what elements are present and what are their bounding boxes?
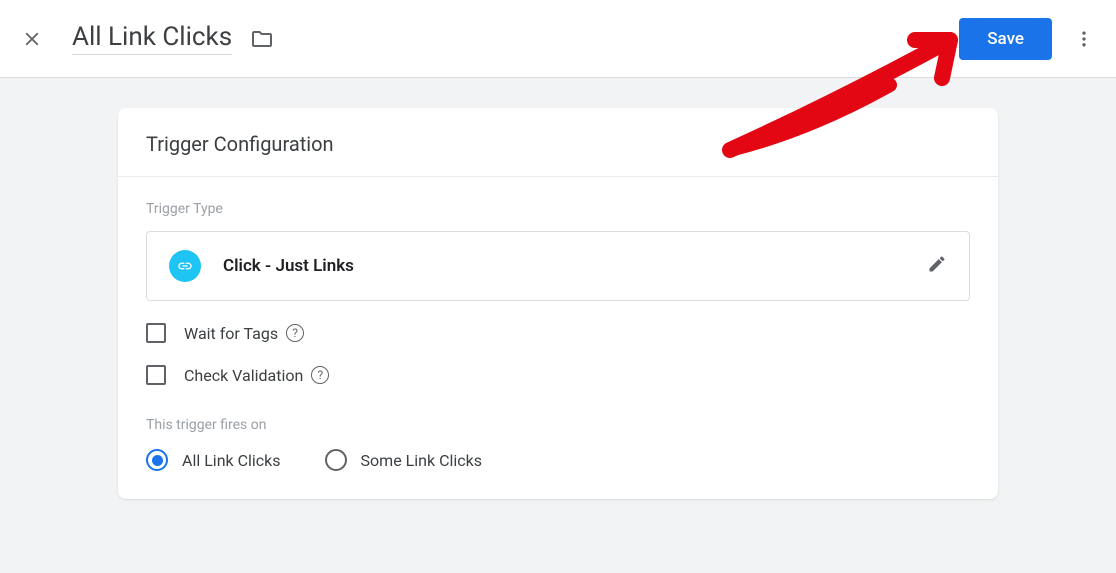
radio-all-label: All Link Clicks (182, 451, 281, 470)
radio-unselected-icon (325, 449, 347, 471)
more-menu-icon[interactable] (1072, 27, 1096, 51)
help-icon[interactable]: ? (286, 324, 304, 342)
trigger-type-value: Click - Just Links (223, 256, 927, 276)
content-area: Trigger Configuration Trigger Type Click… (0, 78, 1116, 529)
radio-group: All Link Clicks Some Link Clicks (146, 449, 970, 471)
trigger-type-selector[interactable]: Click - Just Links (146, 231, 970, 301)
wait-for-tags-label: Wait for Tags (184, 324, 278, 343)
close-icon[interactable] (20, 27, 44, 51)
check-validation-label: Check Validation (184, 366, 303, 385)
header-bar: All Link Clicks Save (0, 0, 1116, 78)
trigger-title[interactable]: All Link Clicks (72, 22, 232, 55)
trigger-type-label: Trigger Type (146, 201, 970, 217)
fires-on-label: This trigger fires on (146, 417, 970, 433)
folder-icon[interactable] (250, 27, 274, 51)
wait-for-tags-row: Wait for Tags ? (146, 323, 970, 343)
radio-all-link-clicks[interactable]: All Link Clicks (146, 449, 281, 471)
radio-some-link-clicks[interactable]: Some Link Clicks (325, 449, 482, 471)
trigger-config-card: Trigger Configuration Trigger Type Click… (118, 108, 998, 499)
edit-icon[interactable] (927, 254, 947, 278)
radio-some-label: Some Link Clicks (361, 451, 482, 470)
wait-for-tags-checkbox[interactable] (146, 323, 166, 343)
check-validation-row: Check Validation ? (146, 365, 970, 385)
radio-selected-icon (146, 449, 168, 471)
title-wrap: All Link Clicks (72, 22, 959, 55)
save-button[interactable]: Save (959, 18, 1052, 60)
link-icon (169, 250, 201, 282)
check-validation-checkbox[interactable] (146, 365, 166, 385)
card-body: Trigger Type Click - Just Links Wait for… (118, 177, 998, 499)
fires-on-section: This trigger fires on All Link Clicks So… (146, 417, 970, 471)
card-title: Trigger Configuration (118, 108, 998, 177)
help-icon[interactable]: ? (311, 366, 329, 384)
